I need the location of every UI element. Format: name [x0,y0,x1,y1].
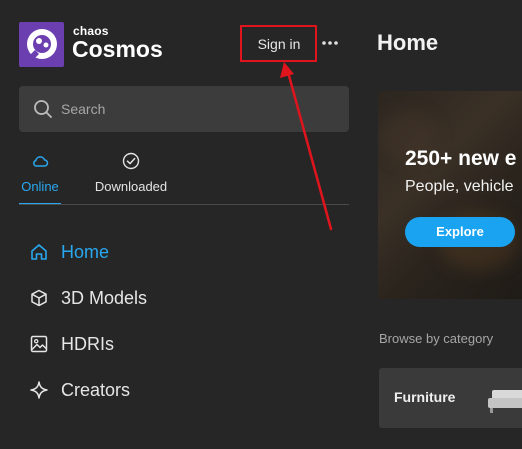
image-icon [29,334,49,354]
cloud-icon [31,152,49,170]
browse-by-category-label: Browse by category [379,331,494,346]
sidebar-item-hdris[interactable]: HDRIs [29,329,329,359]
search-placeholder: Search [61,101,106,117]
sidebar-item-3d-models[interactable]: 3D Models [29,283,329,313]
cube-icon [29,288,49,308]
tab-online-label: Online [21,179,59,194]
app-window: chaos Cosmos Sign in Search Online Downl… [0,0,522,449]
hero-title: 250+ new e [405,147,517,170]
home-icon [29,242,49,262]
page-title: Home [377,30,439,55]
search-icon [32,98,54,120]
sidebar: chaos Cosmos Sign in Search Online Downl… [0,0,364,449]
sidebar-item-label: Home [61,242,110,262]
check-circle-icon [122,152,140,170]
sidebar-item-home[interactable]: Home [29,237,329,267]
sidebar-item-label: HDRIs [61,334,114,354]
sidebar-item-label: 3D Models [61,288,148,308]
sidebar-item-creators[interactable]: Creators [29,375,329,405]
sofa-thumbnail-icon [486,386,522,416]
source-tabs: Online Downloaded [19,148,349,205]
hero-subtitle: People, vehicle [405,178,514,195]
tab-downloaded-label: Downloaded [94,179,168,194]
chaos-logo-icon [19,22,64,67]
sidebar-item-label: Creators [61,380,131,400]
brand[interactable]: chaos Cosmos [19,22,219,70]
category-card-furniture[interactable]: Furniture [379,368,522,428]
more-options-icon[interactable] [318,31,342,55]
tab-online[interactable]: Online [19,148,61,205]
category-label: Furniture [394,389,456,405]
brand-name: Cosmos [72,36,163,62]
hero-banner: 250+ new e People, vehicle Explore [378,91,522,299]
annotation-highlight-box [240,25,317,62]
tabs-divider [19,204,349,205]
search-input[interactable]: Search [19,86,349,132]
main-content: Home 250+ new e People, vehicle Explore … [364,0,522,449]
explore-button[interactable]: Explore [405,217,515,247]
tab-downloaded[interactable]: Downloaded [88,148,174,205]
sparkle-icon [29,380,49,400]
